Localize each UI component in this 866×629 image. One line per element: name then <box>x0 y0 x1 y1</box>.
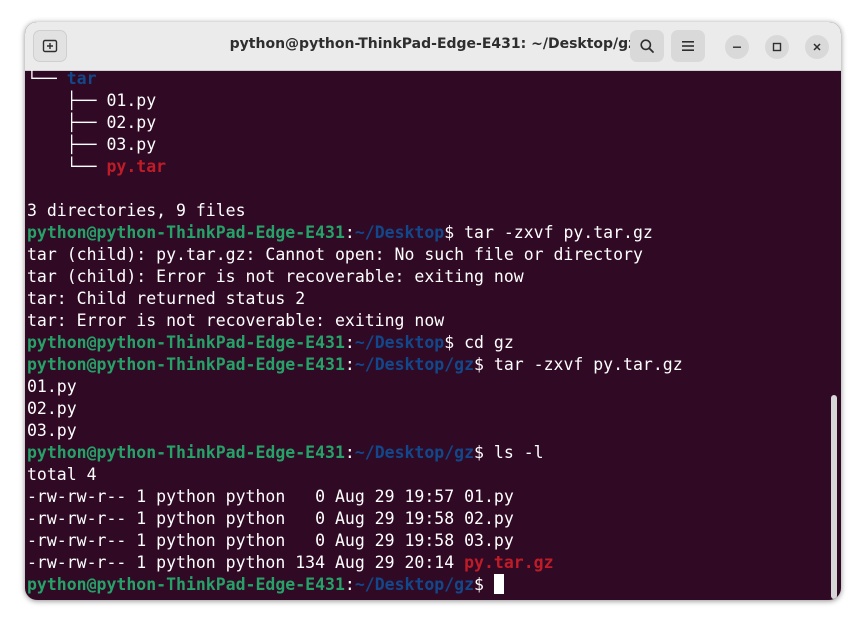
output-text: -rw-rw-r-- 1 python python 134 Aug 29 20… <box>27 553 465 572</box>
terminal-line: python@python-ThinkPad-Edge-E431:~/Deskt… <box>27 354 683 376</box>
terminal-lines: └── tar ├── 01.py ├── 02.py ├── 03.py └─… <box>27 70 683 596</box>
prompt-path: ~/Desktop/gz <box>354 443 475 462</box>
terminal-line: ├── 01.py <box>27 90 683 112</box>
terminal-line: python@python-ThinkPad-Edge-E431:~/Deskt… <box>27 442 683 464</box>
output-text: └── <box>27 157 107 176</box>
output-text: $ <box>474 575 494 594</box>
terminal-line: python@python-ThinkPad-Edge-E431:~/Deskt… <box>27 574 683 596</box>
terminal-line: -rw-rw-r-- 1 python python 134 Aug 29 20… <box>27 552 683 574</box>
minimize-icon <box>733 46 741 48</box>
terminal-line: 03.py <box>27 420 683 442</box>
archive-name: py.tar.gz <box>464 553 554 572</box>
search-button[interactable] <box>630 30 664 62</box>
output-text: -rw-rw-r-- 1 python python 0 Aug 29 19:5… <box>27 509 514 528</box>
archive-name: py.tar <box>106 157 167 176</box>
prompt-user-host: python@python-ThinkPad-Edge-E431 <box>27 223 345 242</box>
close-button[interactable] <box>805 35 829 59</box>
minimize-button[interactable] <box>725 35 749 59</box>
output-text: : <box>344 443 355 462</box>
terminal-line: -rw-rw-r-- 1 python python 0 Aug 29 19:5… <box>27 486 683 508</box>
output-text: : <box>344 355 355 374</box>
output-text: 3 directories, 9 files <box>27 201 246 220</box>
prompt-path: ~/Desktop <box>354 333 445 352</box>
terminal-window: python@python-ThinkPad-Edge-E431: ~/Desk… <box>25 22 841 600</box>
output-text: tar (child): Error is not recoverable: e… <box>27 267 524 286</box>
terminal-line: tar: Child returned status 2 <box>27 288 683 310</box>
output-text: $ tar -zxvf py.tar.gz <box>444 223 653 242</box>
terminal-line: ├── 02.py <box>27 112 683 134</box>
output-text: 02.py <box>27 399 77 418</box>
terminal-output[interactable]: └── tar ├── 01.py ├── 02.py ├── 03.py └─… <box>25 70 841 600</box>
maximize-icon <box>772 42 782 52</box>
prompt-user-host: python@python-ThinkPad-Edge-E431 <box>27 333 345 352</box>
terminal-line: tar: Error is not recoverable: exiting n… <box>27 310 683 332</box>
output-text: total 4 <box>27 465 97 484</box>
terminal-line: ├── 03.py <box>27 134 683 156</box>
terminal-line: └── py.tar <box>27 156 683 178</box>
terminal-line: 01.py <box>27 376 683 398</box>
output-text: : <box>344 223 355 242</box>
output-text: -rw-rw-r-- 1 python python 0 Aug 29 19:5… <box>27 487 514 506</box>
prompt-path: tar <box>66 70 97 88</box>
menu-button[interactable] <box>671 30 705 62</box>
terminal-line: tar (child): Error is not recoverable: e… <box>27 266 683 288</box>
text-cursor <box>493 574 504 594</box>
output-text: 01.py <box>27 377 77 396</box>
output-text: 03.py <box>27 421 77 440</box>
terminal-line: tar (child): py.tar.gz: Cannot open: No … <box>27 244 683 266</box>
maximize-button[interactable] <box>765 35 789 59</box>
output-text: $ tar -zxvf py.tar.gz <box>474 355 683 374</box>
terminal-line: -rw-rw-r-- 1 python python 0 Aug 29 19:5… <box>27 530 683 552</box>
window-title: python@python-ThinkPad-Edge-E431: ~/Desk… <box>229 36 637 52</box>
terminal-line: 02.py <box>27 398 683 420</box>
terminal-line: └── tar <box>27 70 683 90</box>
output-text: └── <box>27 70 67 88</box>
scrollbar[interactable] <box>831 395 837 599</box>
output-text: tar (child): py.tar.gz: Cannot open: No … <box>27 245 643 264</box>
prompt-user-host: python@python-ThinkPad-Edge-E431 <box>27 355 345 374</box>
output-text: $ ls -l <box>474 443 544 462</box>
new-tab-icon <box>42 39 58 53</box>
terminal-line: total 4 <box>27 464 683 486</box>
title-bar[interactable]: python@python-ThinkPad-Edge-E431: ~/Desk… <box>25 22 841 71</box>
prompt-user-host: python@python-ThinkPad-Edge-E431 <box>27 443 345 462</box>
search-icon <box>640 39 654 53</box>
output-text: : <box>344 575 355 594</box>
terminal-line: -rw-rw-r-- 1 python python 0 Aug 29 19:5… <box>27 508 683 530</box>
terminal-line: python@python-ThinkPad-Edge-E431:~/Deskt… <box>27 332 683 354</box>
output-text: ├── 03.py <box>27 135 157 154</box>
output-text: tar: Error is not recoverable: exiting n… <box>27 311 445 330</box>
terminal-line: 3 directories, 9 files <box>27 200 683 222</box>
prompt-user-host: python@python-ThinkPad-Edge-E431 <box>27 575 345 594</box>
output-text: ├── 01.py <box>27 91 157 110</box>
prompt-path: ~/Desktop/gz <box>354 575 475 594</box>
output-text: ├── 02.py <box>27 113 157 132</box>
new-tab-button[interactable] <box>33 30 67 62</box>
hamburger-menu-icon <box>682 41 694 51</box>
output-text: -rw-rw-r-- 1 python python 0 Aug 29 19:5… <box>27 531 514 550</box>
terminal-line: python@python-ThinkPad-Edge-E431:~/Deskt… <box>27 222 683 244</box>
prompt-path: ~/Desktop <box>354 223 445 242</box>
output-text: tar: Child returned status 2 <box>27 289 306 308</box>
output-text: : <box>344 333 355 352</box>
prompt-path: ~/Desktop/gz <box>354 355 475 374</box>
close-icon <box>813 43 821 51</box>
output-text: $ cd gz <box>444 333 514 352</box>
